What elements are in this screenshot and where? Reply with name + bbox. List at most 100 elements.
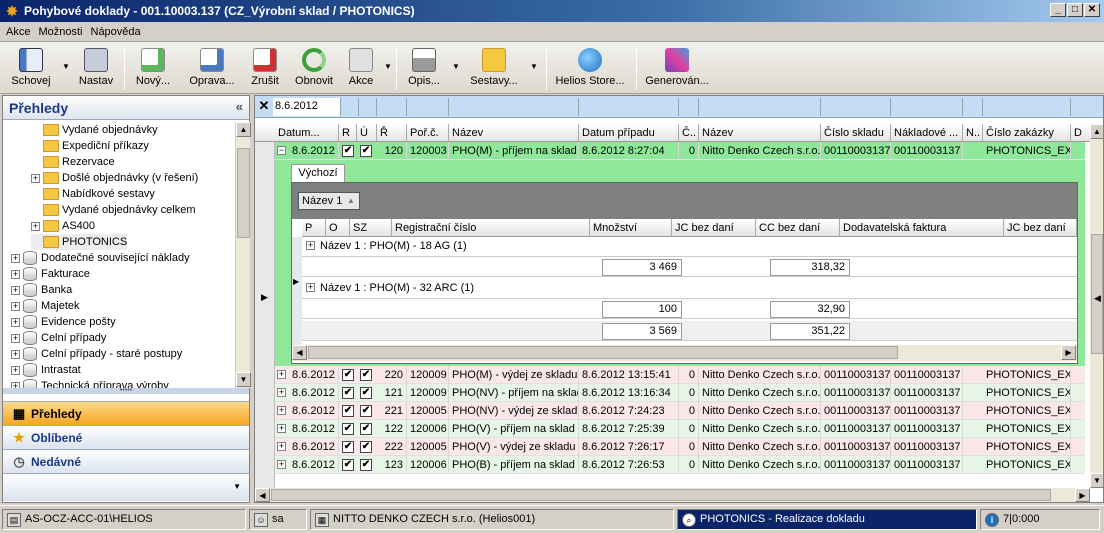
tab-default[interactable]: Výchozí — [291, 164, 345, 182]
menu-moznosti[interactable]: Možnosti — [38, 26, 82, 38]
row-checkbox[interactable]: ✔ — [342, 459, 354, 471]
expand-node-icon[interactable]: + — [11, 269, 20, 279]
tree-item[interactable]: Vydané objednávky — [31, 122, 158, 138]
hide-dropdown-icon[interactable]: ▼ — [62, 62, 70, 71]
tree-scrollbar[interactable]: ▲ ▼ — [235, 122, 251, 388]
table-row[interactable]: 8.6.2012 ✔ ✔ 220 120009 PHO(M) - výdej ze skl… — [275, 366, 1085, 384]
nav-favorites[interactable]: ★ Oblíbené — [3, 425, 249, 449]
grid-scroll-right-icon[interactable]: ▶ — [1075, 488, 1090, 502]
scroll-left-icon[interactable]: ◀ — [292, 345, 307, 360]
group-by-name-button[interactable]: Název 1 ▲ — [298, 192, 360, 210]
column-header[interactable]: Poř.č. — [407, 124, 449, 142]
clear-filter-icon[interactable]: ✕ — [257, 98, 271, 116]
group-row-2[interactable]: + Název 1 : PHO(M) - 32 ARC (1) — [302, 279, 1077, 299]
new-button[interactable]: Nový... — [130, 46, 176, 92]
reports-dropdown-icon[interactable]: ▼ — [530, 62, 538, 71]
column-header[interactable]: Ř — [377, 124, 407, 142]
detail-hscrollbar[interactable]: ◀ ▶ — [292, 345, 1077, 361]
detail-column-header[interactable]: JC bez daní — [672, 219, 756, 237]
expand-node-icon[interactable]: + — [11, 317, 20, 327]
expand-node-icon[interactable]: + — [31, 173, 40, 183]
collapse-panel-icon[interactable]: « — [236, 99, 243, 114]
splitter-handle[interactable]: ••••• — [3, 387, 249, 394]
expand-node-icon[interactable]: + — [11, 301, 20, 311]
expand-group-icon[interactable]: + — [306, 283, 315, 292]
table-row[interactable]: 8.6.2012 ✔ ✔ 222 120005 PHO(V) - výdej ze skl… — [275, 438, 1085, 456]
grid-scroll-up-icon[interactable]: ▲ — [1090, 124, 1103, 139]
detail-scroll-thumb[interactable] — [308, 346, 898, 359]
column-header[interactable]: Datum případu — [579, 124, 679, 142]
reports-button[interactable]: Sestavy... — [466, 46, 522, 92]
column-header[interactable]: Č.. — [679, 124, 699, 142]
column-header[interactable]: Datum... — [275, 124, 339, 142]
helios-store-button[interactable]: Helios Store... — [552, 46, 628, 92]
row-checkbox[interactable]: ✔ — [360, 145, 372, 157]
hide-button[interactable]: Schovej — [6, 46, 56, 92]
tree-item[interactable]: + Dodatečné související náklady — [11, 250, 190, 266]
tree-item[interactable]: + Došlé objednávky (v řešení) — [31, 170, 198, 186]
table-row[interactable]: 8.6.2012 ✔ ✔ 121 120009 PHO(NV) - příjem na s… — [275, 384, 1085, 402]
minimize-button[interactable]: _ — [1050, 3, 1066, 17]
row-checkbox[interactable]: ✔ — [342, 405, 354, 417]
column-header[interactable]: N.. — [963, 124, 983, 142]
column-header[interactable]: D — [1071, 124, 1091, 142]
nav-more-icon[interactable]: ▼ — [233, 482, 241, 491]
column-header[interactable]: R — [339, 124, 357, 142]
row-checkbox[interactable]: ✔ — [342, 145, 354, 157]
tree-item[interactable]: Expediční příkazy — [31, 138, 149, 154]
column-header[interactable]: Číslo zakázky — [983, 124, 1071, 142]
refresh-button[interactable]: Obnovit — [292, 46, 336, 92]
expand-row-icon[interactable]: + — [277, 460, 286, 469]
settings-button[interactable]: Nastav — [74, 46, 118, 92]
scroll-right-icon[interactable]: ▶ — [1061, 345, 1076, 360]
maximize-button[interactable]: □ — [1067, 3, 1083, 17]
date-filter-input[interactable]: 8.6.2012 — [273, 98, 341, 116]
cancel-doc-button[interactable]: Zrušit — [246, 46, 284, 92]
row-checkbox[interactable]: ✔ — [360, 387, 372, 399]
window-titlebar[interactable]: ✸ Pohybové doklady - 001.10003.137 (CZ_V… — [0, 0, 1104, 22]
column-header[interactable]: Číslo skladu — [821, 124, 891, 142]
detail-column-header[interactable]: JC bez daní — [1004, 219, 1077, 237]
detail-column-header[interactable]: P — [302, 219, 326, 237]
expand-node-icon[interactable]: + — [11, 349, 20, 359]
row-checkbox[interactable]: ✔ — [360, 441, 372, 453]
tree-item[interactable]: PHOTONICS — [31, 234, 128, 250]
tree-item[interactable]: + Celní případy - staré postupy — [11, 346, 182, 362]
tree-item[interactable]: + Majetek — [11, 298, 80, 314]
expand-row-icon[interactable]: + — [277, 388, 286, 397]
close-button[interactable]: ✕ — [1084, 3, 1100, 17]
table-row[interactable]: 8.6.2012 ✔ ✔ 122 120006 PHO(V) - příjem na sk… — [275, 420, 1085, 438]
nav-overview[interactable]: ▦ Přehledy — [3, 401, 249, 425]
detail-column-header[interactable]: Registrační číslo — [392, 219, 590, 237]
group-row-1[interactable]: + Název 1 : PHO(M) - 18 AG (1) — [302, 237, 1077, 257]
scroll-down-icon[interactable]: ▼ — [236, 372, 251, 387]
grid-hscroll-thumb[interactable] — [271, 489, 1051, 501]
tree-item[interactable]: + AS400 — [31, 218, 95, 234]
expand-group-icon[interactable]: + — [306, 241, 315, 250]
row-checkbox[interactable]: ✔ — [360, 405, 372, 417]
tree-item[interactable]: + Evidence pošty — [11, 314, 116, 330]
tree-scroll-thumb[interactable] — [237, 148, 250, 238]
column-header[interactable]: Název — [449, 124, 579, 142]
edit-button[interactable]: Oprava... — [184, 46, 240, 92]
expand-row-icon[interactable]: + — [277, 442, 286, 451]
expand-node-icon[interactable]: + — [11, 333, 20, 343]
tree-item[interactable]: + Celní případy — [11, 330, 106, 346]
table-row[interactable]: 8.6.2012 ✔ ✔ 221 120005 PHO(NV) - výdej ze sk… — [275, 402, 1085, 420]
detail-column-header[interactable]: O — [326, 219, 350, 237]
grid-hscrollbar[interactable]: ◀ ▶ — [255, 488, 1090, 502]
expand-node-icon[interactable]: + — [11, 253, 20, 263]
print-dropdown-icon[interactable]: ▼ — [452, 62, 460, 71]
print-button[interactable]: Opis... — [404, 46, 444, 92]
expand-row-icon[interactable]: + — [277, 406, 286, 415]
expand-row-icon[interactable]: − — [277, 146, 286, 155]
table-row[interactable]: 8.6.2012 ✔ ✔ 123 120006 PHO(B) - příjem na sk… — [275, 456, 1085, 474]
expand-row-icon[interactable]: + — [277, 370, 286, 379]
side-expand-icon[interactable]: ◀ — [1094, 283, 1104, 313]
row-checkbox[interactable]: ✔ — [342, 423, 354, 435]
column-header[interactable]: Nákladové ... — [891, 124, 963, 142]
row-checkbox[interactable]: ✔ — [360, 459, 372, 471]
detail-column-header[interactable]: Množství — [590, 219, 672, 237]
tree-item[interactable]: Rezervace — [31, 154, 115, 170]
nav-overflow[interactable]: ▼ — [3, 473, 249, 501]
